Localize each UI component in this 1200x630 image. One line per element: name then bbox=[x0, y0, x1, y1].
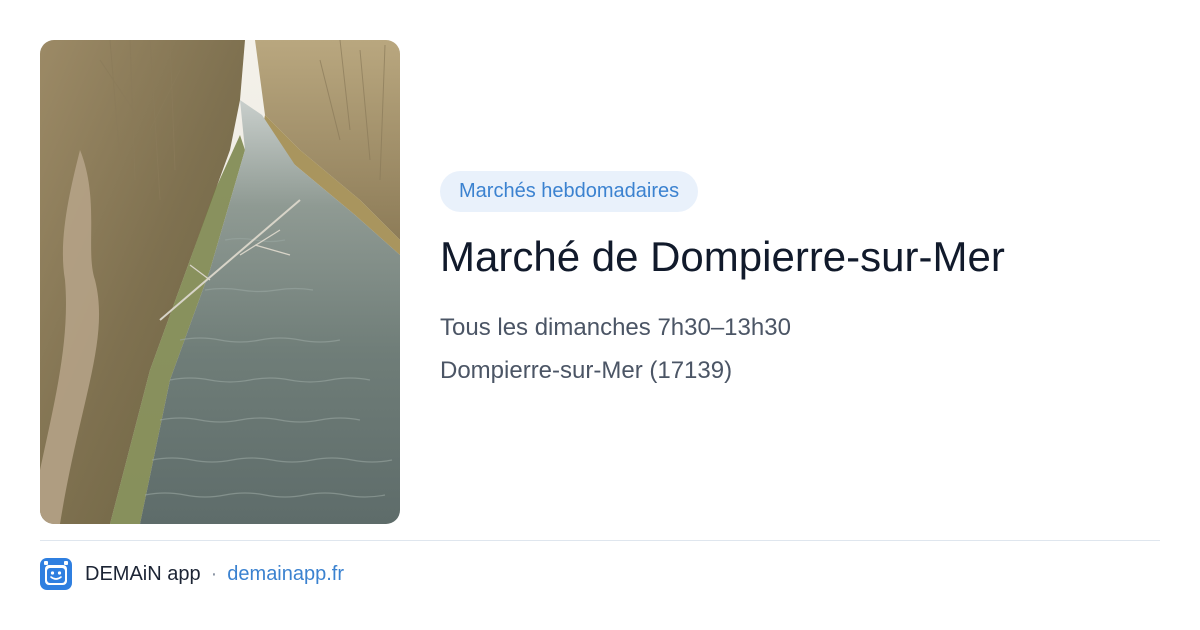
market-photo bbox=[40, 40, 400, 524]
demain-app-icon bbox=[40, 558, 72, 590]
market-schedule: Tous les dimanches 7h30–13h30 bbox=[440, 314, 791, 341]
footer-separator: · bbox=[210, 562, 218, 585]
market-title: Marché de Dompierre-sur-Mer bbox=[440, 233, 1005, 280]
market-location: Dompierre-sur-Mer (17139) bbox=[440, 357, 733, 384]
share-card: Marchés hebdomadaires Marché de Dompierr… bbox=[0, 0, 1200, 630]
app-name: DEMAiN app bbox=[85, 562, 201, 585]
footer-divider bbox=[40, 540, 1160, 541]
footer: DEMAiN app · demainapp.fr bbox=[40, 558, 344, 590]
market-info: Marchés hebdomadaires Marché de Dompierr… bbox=[440, 171, 1160, 386]
app-domain-link[interactable]: demainapp.fr bbox=[227, 563, 344, 586]
category-badge[interactable]: Marchés hebdomadaires bbox=[440, 171, 699, 212]
